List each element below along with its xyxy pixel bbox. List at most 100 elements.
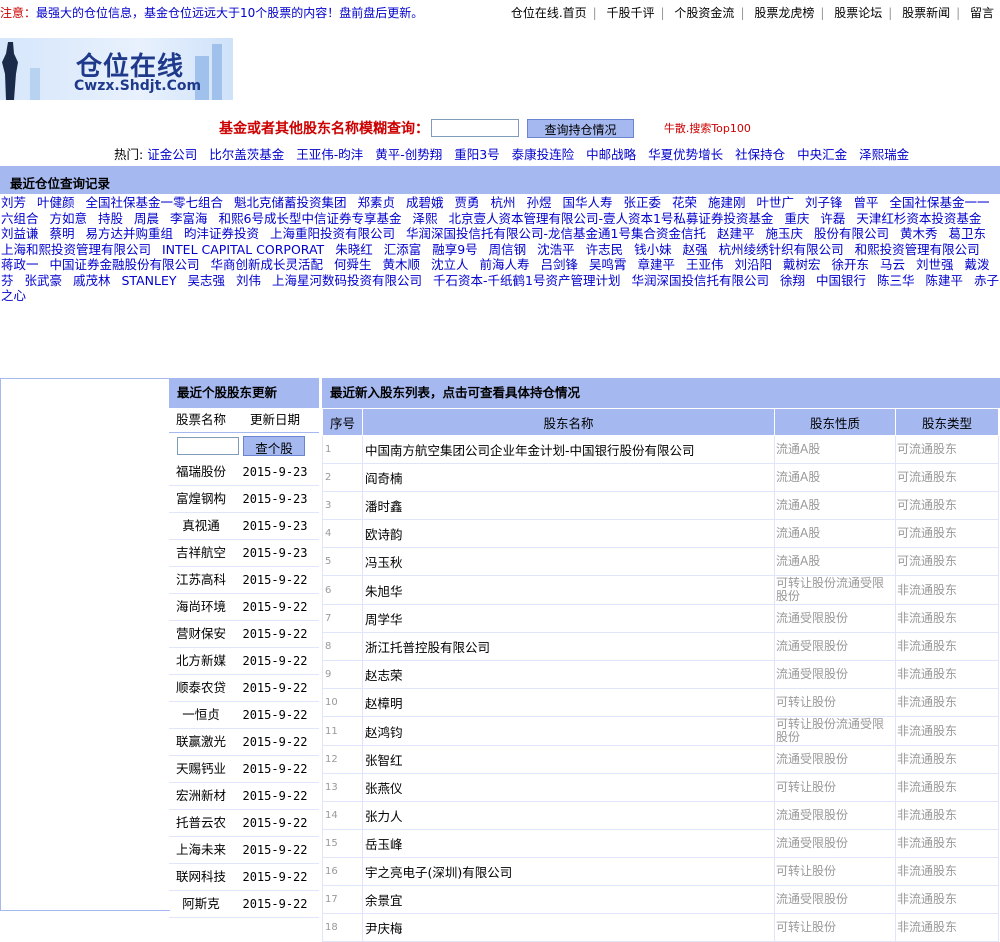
recent-query-link[interactable]: 徐翔 — [780, 273, 805, 288]
stock-update-row[interactable]: 营财保安 2015-9-22 — [169, 621, 319, 648]
hot-link[interactable]: 比尔盖茨基金 — [209, 147, 284, 162]
holder-row[interactable]: 4 欧诗韵 流通A股 可流通股东 — [322, 519, 999, 548]
recent-query-link[interactable]: 沈浩平 — [537, 242, 575, 257]
stock-name[interactable]: 联网科技 — [169, 864, 233, 890]
holder-name-link[interactable]: 余景宜 — [362, 885, 775, 914]
recent-query-link[interactable]: 股份有限公司 — [814, 226, 889, 241]
holder-row[interactable]: 6 朱旭华 可转让股份流通受限股份 非流通股东 — [322, 575, 999, 605]
recent-query-link[interactable]: 华润深国投信托有限公司 — [631, 273, 769, 288]
hot-link[interactable]: 中邮战略 — [586, 147, 636, 162]
recent-query-link[interactable]: 汇添富 — [384, 242, 422, 257]
stock-name[interactable]: 海尚环境 — [169, 594, 233, 620]
holder-name-link[interactable]: 朱旭华 — [362, 575, 775, 605]
hot-link[interactable]: 王亚伟-昀沣 — [296, 147, 363, 162]
recent-query-link[interactable]: 泽熙 — [412, 211, 437, 226]
stock-update-row[interactable]: 上海未来 2015-9-22 — [169, 837, 319, 864]
recent-query-link[interactable]: 国华人寿 — [563, 195, 613, 210]
stock-update-row[interactable]: 一恒贞 2015-9-22 — [169, 702, 319, 729]
recent-query-link[interactable]: 许磊 — [820, 211, 845, 226]
recent-query-link[interactable]: 马云 — [880, 257, 905, 272]
holder-name-link[interactable]: 中国南方航空集团公司企业年金计划-中国银行股份有限公司 — [362, 435, 775, 464]
stock-name[interactable]: 一恒贞 — [169, 702, 233, 728]
stock-update-row[interactable]: 联网科技 2015-9-22 — [169, 864, 319, 891]
recent-query-link[interactable]: 刘伟 — [236, 273, 261, 288]
holder-name-link[interactable]: 周学华 — [362, 604, 775, 633]
stock-update-row[interactable]: 天赐钙业 2015-9-22 — [169, 756, 319, 783]
recent-query-link[interactable]: 黄木秀 — [900, 226, 938, 241]
holder-name-link[interactable]: 赵鸿钧 — [362, 716, 775, 746]
recent-query-link[interactable]: 王亚伟 — [686, 257, 724, 272]
holder-row[interactable]: 9 赵志荣 流通受限股份 非流通股东 — [322, 660, 999, 689]
holder-row[interactable]: 8 浙江托普控股有限公司 流通受限股份 非流通股东 — [322, 632, 999, 661]
recent-query-link[interactable]: 曾平 — [854, 195, 879, 210]
recent-query-link[interactable]: 千石资本-千纸鹤1号资产管理计划 — [433, 273, 620, 288]
hot-link[interactable]: 证金公司 — [147, 147, 197, 162]
recent-query-link[interactable]: 陈建平 — [925, 273, 963, 288]
recent-query-link[interactable]: 张正委 — [624, 195, 662, 210]
recent-query-link[interactable]: 赵强 — [683, 242, 708, 257]
recent-query-link[interactable]: 刘世强 — [916, 257, 954, 272]
stock-update-row[interactable]: 阿斯克 2015-9-22 — [169, 891, 319, 918]
recent-query-link[interactable]: 天津红杉资本投资基金 — [856, 211, 981, 226]
site-logo[interactable]: 仓位在线 Cwzx.Shdjt.Com — [0, 38, 233, 100]
nav-dragon-tiger[interactable]: 股票龙虎榜 — [748, 6, 820, 20]
recent-query-link[interactable]: 花荣 — [672, 195, 697, 210]
check-stock-button[interactable]: 查个股 — [243, 436, 305, 456]
recent-query-link[interactable]: 蔡明 — [50, 226, 75, 241]
recent-query-link[interactable]: 上海重阳投资有限公司 — [270, 226, 395, 241]
holder-name-link[interactable]: 张燕仪 — [362, 773, 775, 802]
recent-query-link[interactable]: 孙煜 — [527, 195, 552, 210]
stock-update-row[interactable]: 吉祥航空 2015-9-23 — [169, 540, 319, 567]
stock-update-row[interactable]: 托普云农 2015-9-22 — [169, 810, 319, 837]
recent-query-link[interactable]: 方如意 — [50, 211, 88, 226]
recent-query-link[interactable]: 施玉庆 — [765, 226, 803, 241]
recent-query-link[interactable]: 和熙投资管理有限公司 — [855, 242, 980, 257]
recent-query-link[interactable]: 融享9号 — [432, 242, 477, 257]
recent-query-link[interactable]: 和熙6号成长型中信证券专享基金 — [219, 211, 402, 226]
nav-news[interactable]: 股票新闻 — [896, 6, 956, 20]
recent-query-link[interactable]: 戴树宏 — [783, 257, 821, 272]
recent-query-link[interactable]: 昀沣证券投资 — [184, 226, 259, 241]
recent-query-link[interactable]: 上海星河数码投资有限公司 — [272, 273, 422, 288]
recent-query-link[interactable]: 周晨 — [134, 211, 159, 226]
stock-name[interactable]: 营财保安 — [169, 621, 233, 647]
stock-update-row[interactable]: 北方新媒 2015-9-22 — [169, 648, 319, 675]
holder-row[interactable]: 14 张力人 流通受限股份 非流通股东 — [322, 801, 999, 830]
nav-stock-reviews[interactable]: 千股千评 — [601, 6, 661, 20]
recent-query-link[interactable]: 李富海 — [170, 211, 208, 226]
recent-query-link[interactable]: 刘沿阳 — [735, 257, 773, 272]
recent-query-link[interactable]: 贾勇 — [455, 195, 480, 210]
recent-query-link[interactable]: 刘益谦 — [1, 226, 39, 241]
recent-query-link[interactable]: 章建平 — [638, 257, 676, 272]
stock-name[interactable]: 顺泰农贷 — [169, 675, 233, 701]
nav-home[interactable]: 仓位在线.首页 — [505, 6, 593, 20]
recent-query-link[interactable]: 吴志强 — [187, 273, 225, 288]
holder-search-input[interactable] — [431, 119, 519, 137]
stock-name[interactable]: 江苏高科 — [169, 567, 233, 593]
recent-query-link[interactable]: 前海人寿 — [480, 257, 530, 272]
recent-query-link[interactable]: 何舜生 — [334, 257, 372, 272]
stock-update-row[interactable]: 宏洲新材 2015-9-22 — [169, 783, 319, 810]
stock-name[interactable]: 联赢激光 — [169, 729, 233, 755]
holder-row[interactable]: 7 周学华 流通受限股份 非流通股东 — [322, 604, 999, 633]
holder-name-link[interactable]: 尹庆梅 — [362, 913, 775, 942]
holder-name-link[interactable]: 赵志荣 — [362, 660, 775, 689]
nav-fund-flow[interactable]: 个股资金流 — [668, 6, 740, 20]
stock-name[interactable]: 富煌钢构 — [169, 486, 233, 512]
holder-row[interactable]: 1 中国南方航空集团公司企业年金计划-中国银行股份有限公司 流通A股 可流通股东 — [322, 435, 999, 464]
holder-name-link[interactable]: 冯玉秋 — [362, 547, 775, 576]
hot-link[interactable]: 中央汇金 — [797, 147, 847, 162]
stock-update-row[interactable]: 江苏高科 2015-9-22 — [169, 567, 319, 594]
recent-query-link[interactable]: 刘子锋 — [805, 195, 843, 210]
top100-link[interactable]: 牛散.搜索Top100 — [664, 122, 751, 135]
holder-row[interactable]: 15 岳玉峰 流通受限股份 非流通股东 — [322, 829, 999, 858]
holder-row[interactable]: 11 赵鸿钧 可转让股份流通受限股份 非流通股东 — [322, 716, 999, 746]
recent-query-link[interactable]: 徐开东 — [832, 257, 870, 272]
recent-query-link[interactable]: 赵建平 — [717, 226, 755, 241]
hot-link[interactable]: 社保持仓 — [735, 147, 785, 162]
recent-query-link[interactable]: 叶世广 — [757, 195, 795, 210]
recent-query-link[interactable]: 华润深国投信托有限公司-龙信基金通1号集合资金信托 — [406, 226, 706, 241]
recent-query-link[interactable]: 沈立人 — [431, 257, 469, 272]
stock-update-row[interactable]: 顺泰农贷 2015-9-22 — [169, 675, 319, 702]
hot-link[interactable]: 重阳3号 — [454, 147, 499, 162]
